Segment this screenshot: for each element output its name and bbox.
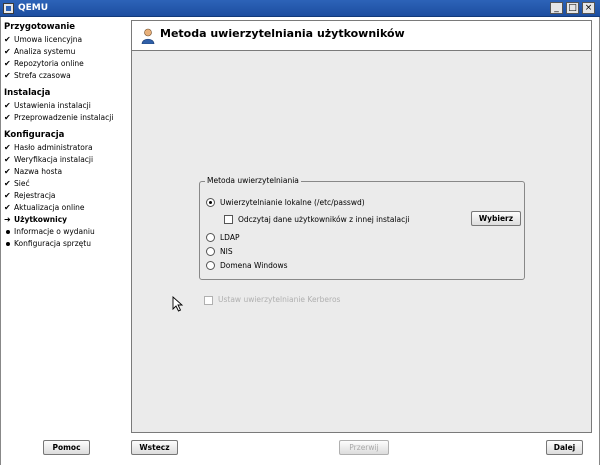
step-hardware-config: Konfiguracja sprzętu	[4, 238, 126, 250]
step-install-settings: ✔ Ustawienia instalacji	[4, 101, 91, 110]
group-title: Metoda uwierzytelniania	[205, 176, 301, 185]
step-network: ✔ Sieć	[4, 179, 30, 188]
abort-button[interactable]: Przerwij	[339, 440, 389, 455]
user-icon	[141, 28, 155, 44]
local-auth-radio[interactable]	[206, 198, 215, 207]
step-online-update: ✔ Aktualizacja online	[4, 203, 85, 212]
step-hostname: ✔ Nazwa hosta	[4, 167, 63, 176]
check-icon: ✔	[4, 179, 11, 188]
next-button[interactable]: Dalej	[546, 440, 583, 455]
check-icon: ✔	[4, 113, 11, 122]
check-icon: ✔	[4, 203, 11, 212]
windows-domain-radio[interactable]	[206, 261, 215, 270]
bullet-icon	[6, 230, 10, 234]
step-registration: ✔ Rejestracja	[4, 191, 56, 200]
section-title-installation: Instalacja	[4, 88, 51, 98]
ldap-radio[interactable]	[206, 233, 215, 242]
section-title-configuration: Konfiguracja	[4, 130, 65, 140]
auth-method-group: Metoda uwierzytelniania Uwierzytelnianie…	[199, 176, 525, 280]
check-icon: ✔	[4, 47, 11, 56]
back-button[interactable]: Wstecz	[131, 440, 178, 455]
check-icon: ✔	[4, 143, 11, 152]
kerberos-label[interactable]: Ustaw uwierzytelnianie Kerberos	[218, 295, 340, 304]
step-timezone: ✔ Strefa czasowa	[4, 71, 71, 80]
step-system-analysis: ✔ Analiza systemu	[4, 47, 76, 56]
page-header: Metoda uwierzytelniania użytkowników	[132, 21, 591, 51]
step-verification: ✔ Weryfikacja instalacji	[4, 155, 94, 164]
arrow-right-icon: ➜	[4, 215, 11, 224]
check-icon: ✔	[4, 35, 11, 44]
main-panel: Metoda uwierzytelniania użytkowników Met…	[131, 20, 592, 433]
bullet-icon	[6, 242, 10, 246]
minimize-button[interactable]: _	[550, 2, 563, 14]
nis-label[interactable]: NIS	[220, 247, 233, 256]
choose-button[interactable]: Wybierz	[471, 211, 521, 226]
check-icon: ✔	[4, 101, 11, 110]
local-auth-label[interactable]: Uwierzytelnianie lokalne (/etc/passwd)	[220, 198, 365, 207]
kerberos-checkbox[interactable]	[204, 296, 213, 305]
step-license: ✔ Umowa licencyjna	[4, 35, 83, 44]
check-icon: ✔	[4, 167, 11, 176]
step-release-notes: Informacje o wydaniu	[4, 226, 126, 238]
section-title-preparation: Przygotowanie	[4, 22, 76, 32]
maximize-button[interactable]: □	[566, 2, 579, 14]
step-users: ➜ Użytkownicy	[4, 215, 68, 224]
read-other-install-label[interactable]: Odczytaj dane użytkowników z innej insta…	[238, 215, 409, 224]
ldap-label[interactable]: LDAP	[220, 233, 239, 242]
step-online-repos: ✔ Repozytoria online	[4, 59, 84, 68]
check-icon: ✔	[4, 59, 11, 68]
nis-radio[interactable]	[206, 247, 215, 256]
window-title: QEMU	[18, 3, 49, 13]
windows-domain-label[interactable]: Domena Windows	[220, 261, 288, 270]
qemu-icon	[3, 3, 14, 14]
page-title: Metoda uwierzytelniania użytkowników	[160, 27, 405, 40]
bottom-bar: Pomoc Wstecz Przerwij Dalej	[0, 436, 600, 465]
mouse-cursor-icon	[172, 296, 184, 312]
close-button[interactable]: ×	[582, 2, 595, 14]
window-titlebar[interactable]: QEMU _ □ ×	[0, 0, 600, 17]
check-icon: ✔	[4, 71, 11, 80]
help-button[interactable]: Pomoc	[43, 440, 90, 455]
installation-steps-sidebar: Przygotowanie ✔ Umowa licencyjna ✔ Analiza…	[4, 20, 126, 420]
check-icon: ✔	[4, 155, 11, 164]
read-other-install-checkbox[interactable]	[224, 215, 233, 224]
step-root-password: ✔ Hasło administratora	[4, 143, 93, 152]
step-perform-install: ✔ Przeprowadzenie instalacji	[4, 113, 114, 122]
check-icon: ✔	[4, 191, 11, 200]
